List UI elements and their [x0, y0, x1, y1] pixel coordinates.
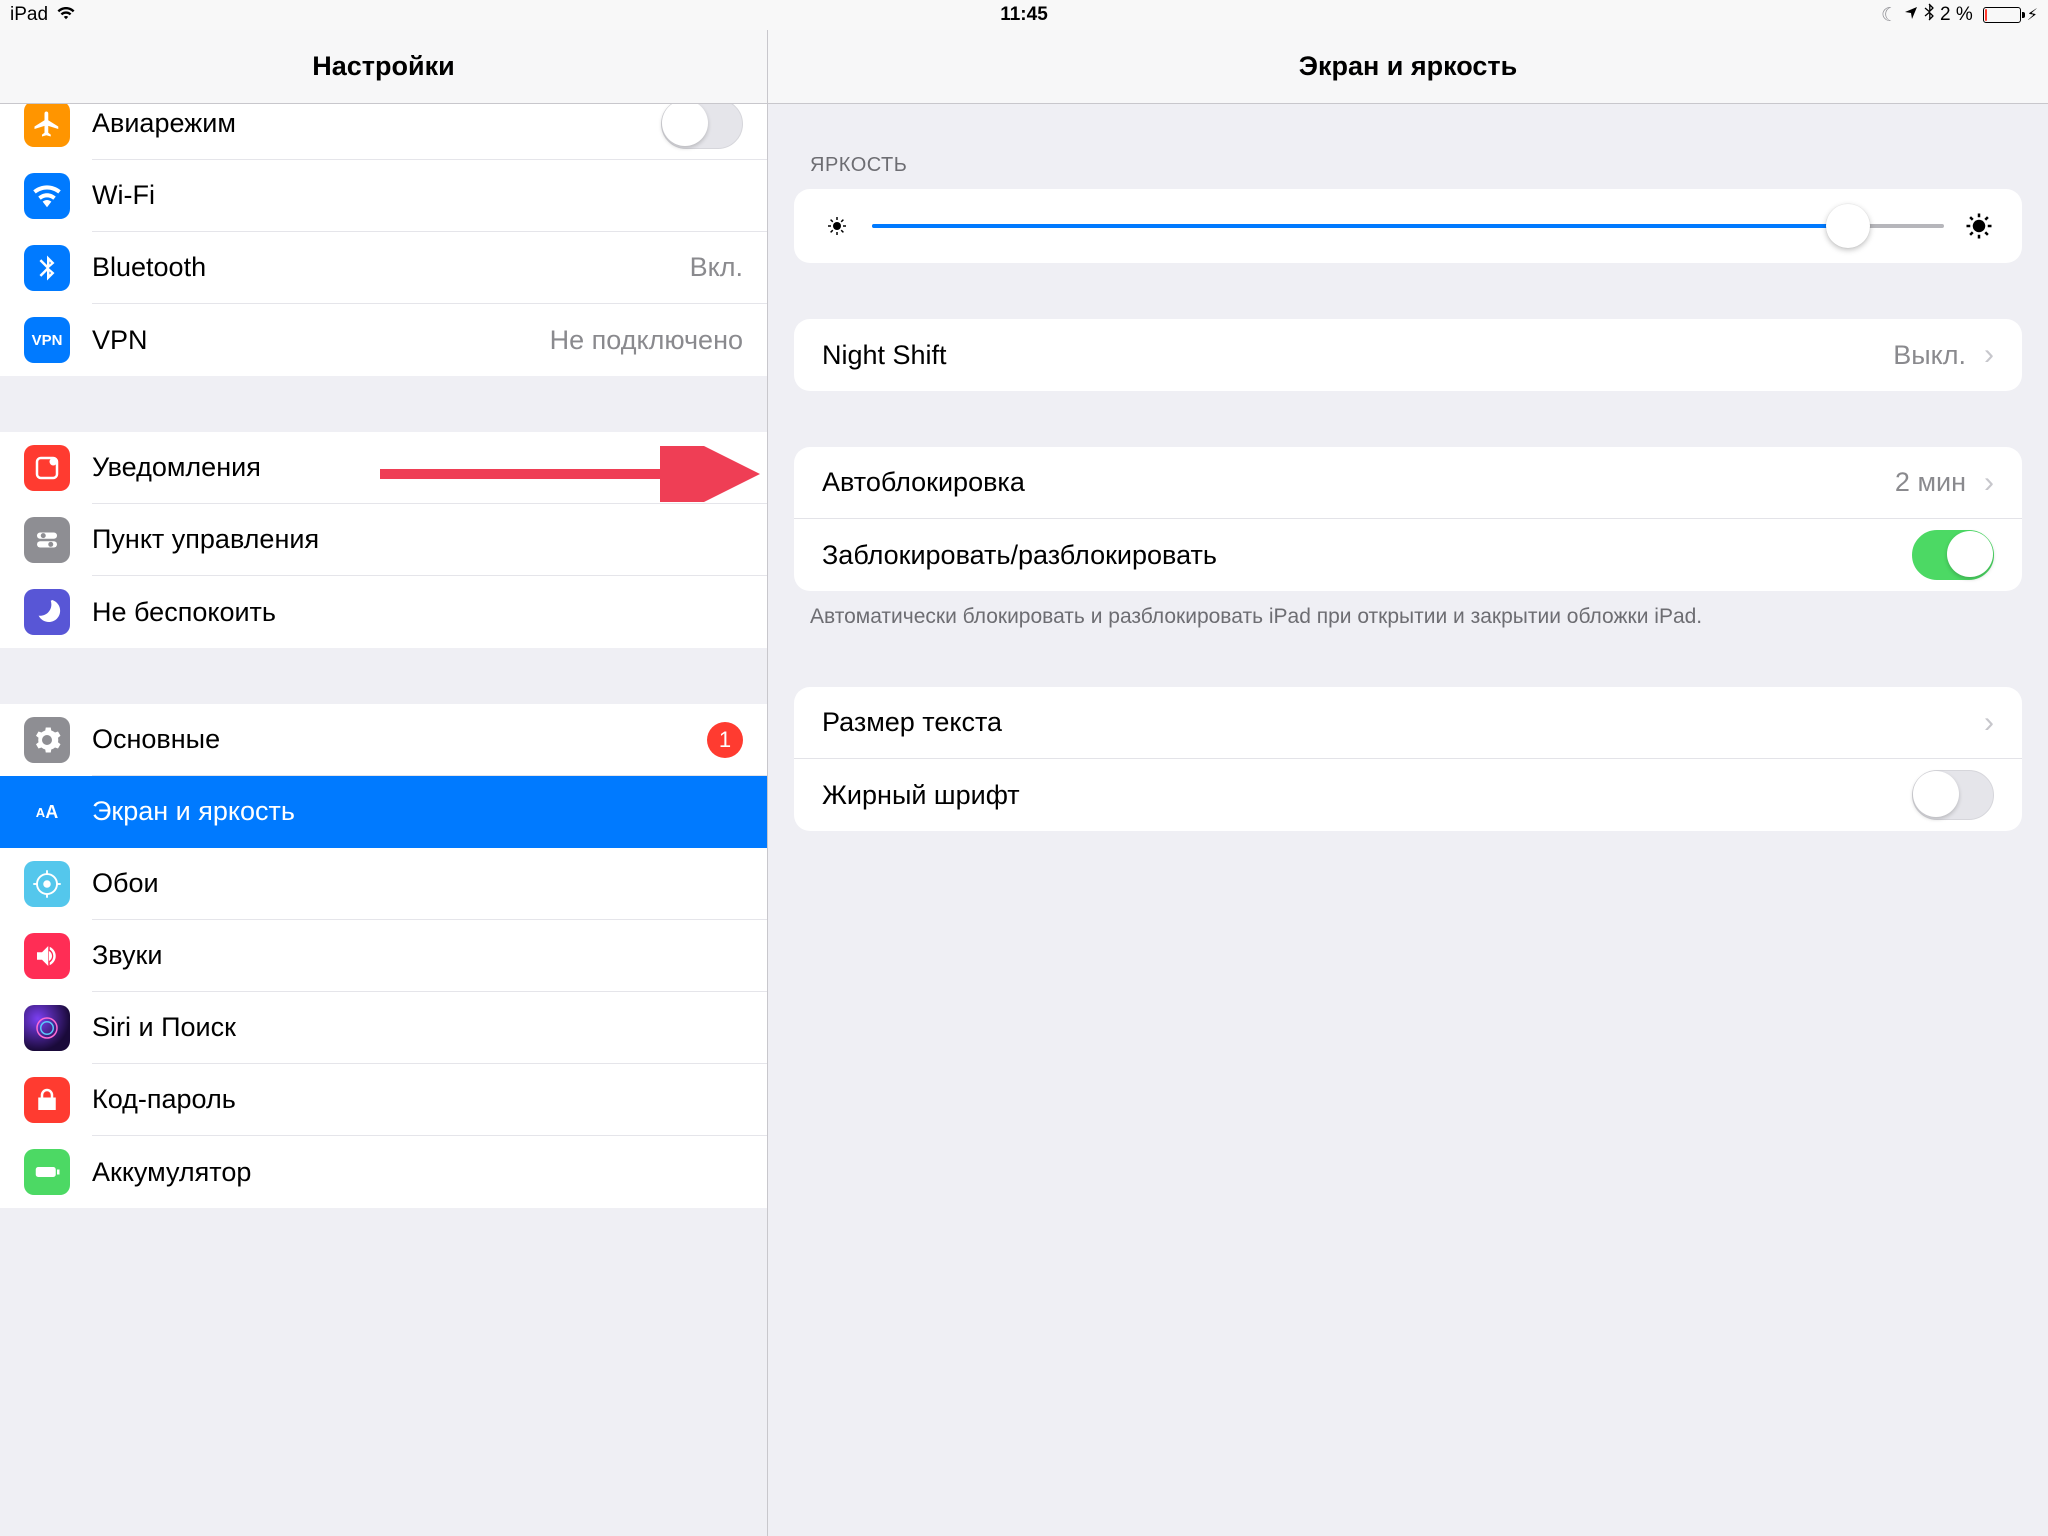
charge-icon: ⚡︎	[2027, 5, 2038, 25]
sidebar-item-label: Звуки	[92, 940, 743, 971]
location-icon	[1904, 4, 1918, 26]
sidebar-group-general: Основные 1 AA Экран и яркость	[0, 704, 767, 1208]
sidebar-group-notifications: Уведомления Пункт управления	[0, 432, 767, 648]
display-icon: AA	[24, 789, 70, 835]
sidebar-item-general[interactable]: Основные 1	[0, 704, 767, 776]
lockunlock-row: Заблокировать/разблокировать	[794, 519, 2022, 591]
device-label: iPad	[10, 4, 48, 26]
clock: 11:45	[1000, 4, 1048, 26]
sounds-icon	[24, 933, 70, 979]
sidebar-item-battery[interactable]: Аккумулятор	[0, 1136, 767, 1208]
nightshift-row[interactable]: Night Shift Выкл. ›	[794, 319, 2022, 391]
sidebar-item-label: Авиарежим	[92, 108, 661, 139]
autolock-row[interactable]: Автоблокировка 2 мин ›	[794, 447, 2022, 519]
sidebar-item-value: Вкл.	[690, 252, 743, 283]
sidebar-item-sounds[interactable]: Звуки	[0, 920, 767, 992]
vpn-icon: VPN	[24, 317, 70, 363]
nightshift-label: Night Shift	[822, 340, 1893, 371]
brightness-slider[interactable]	[872, 224, 1944, 228]
chevron-right-icon: ›	[1984, 706, 1994, 740]
autolock-panel: Автоблокировка 2 мин › Заблокировать/раз…	[794, 447, 2022, 591]
sidebar-item-label: Экран и яркость	[92, 796, 743, 827]
dnd-icon	[24, 589, 70, 635]
brightness-high-icon	[1964, 211, 1994, 241]
bluetooth-settings-icon	[24, 245, 70, 291]
sidebar-item-passcode[interactable]: Код-пароль	[0, 1064, 767, 1136]
lockunlock-label: Заблокировать/разблокировать	[822, 540, 1912, 571]
textsize-label: Размер текста	[822, 707, 1976, 738]
settings-sidebar: Настройки Авиарежим	[0, 30, 768, 1536]
sidebar-item-label: Основные	[92, 724, 707, 755]
nightshift-value: Выкл.	[1893, 340, 1966, 371]
sidebar-item-badge: 1	[707, 722, 743, 758]
sidebar-item-label: VPN	[92, 325, 550, 356]
sidebar-item-label: Wi-Fi	[92, 180, 743, 211]
brightness-panel	[794, 189, 2022, 263]
airplane-toggle[interactable]	[661, 104, 743, 149]
autolock-label: Автоблокировка	[822, 467, 1895, 498]
detail-pane: Экран и яркость ЯРКОСТЬ	[768, 30, 2048, 1536]
battery-settings-icon	[24, 1149, 70, 1195]
text-panel: Размер текста › Жирный шрифт	[794, 687, 2022, 831]
chevron-right-icon: ›	[1984, 338, 1994, 372]
sidebar-item-bluetooth[interactable]: Bluetooth Вкл.	[0, 232, 767, 304]
siri-icon	[24, 1005, 70, 1051]
textsize-row[interactable]: Размер текста ›	[794, 687, 2022, 759]
detail-title: Экран и яркость	[768, 30, 2048, 104]
sidebar-item-dnd[interactable]: Не беспокоить	[0, 576, 767, 648]
sidebar-item-vpn[interactable]: VPN VPN Не подключено	[0, 304, 767, 376]
sidebar-item-display[interactable]: AA Экран и яркость	[0, 776, 767, 848]
sidebar-item-label: Обои	[92, 868, 743, 899]
sidebar-item-airplane[interactable]: Авиарежим	[0, 104, 767, 160]
sidebar-group-connectivity: Авиарежим Wi-Fi	[0, 104, 767, 376]
bluetooth-icon	[1924, 3, 1934, 27]
wifi-settings-icon	[24, 173, 70, 219]
wallpaper-icon	[24, 861, 70, 907]
sidebar-item-label: Не беспокоить	[92, 597, 743, 628]
boldtext-row: Жирный шрифт	[794, 759, 2022, 831]
status-bar: iPad 11:45 ☾ 2 % ⚡︎	[0, 0, 2048, 30]
sidebar-item-label: Аккумулятор	[92, 1157, 743, 1188]
sidebar-item-label: Пункт управления	[92, 524, 743, 555]
sidebar-title: Настройки	[0, 30, 767, 104]
autolock-value: 2 мин	[1895, 467, 1966, 498]
sidebar-item-wifi[interactable]: Wi-Fi	[0, 160, 767, 232]
gear-icon	[24, 717, 70, 763]
lock-icon	[24, 1077, 70, 1123]
sidebar-item-value: Не подключено	[550, 325, 743, 356]
brightness-low-icon	[822, 211, 852, 241]
battery-percent: 2 %	[1940, 4, 1973, 26]
boldtext-label: Жирный шрифт	[822, 780, 1912, 811]
brightness-section-label: ЯРКОСТЬ	[768, 104, 2048, 189]
moon-icon: ☾	[1881, 4, 1898, 27]
sidebar-item-wallpaper[interactable]: Обои	[0, 848, 767, 920]
sidebar-item-label: Код-пароль	[92, 1084, 743, 1115]
notifications-icon	[24, 445, 70, 491]
airplane-icon	[24, 104, 70, 147]
boldtext-toggle[interactable]	[1912, 770, 1994, 820]
battery-icon	[1983, 7, 2021, 23]
annotation-arrow	[380, 446, 767, 502]
sidebar-item-siri[interactable]: Siri и Поиск	[0, 992, 767, 1064]
controlcenter-icon	[24, 517, 70, 563]
sidebar-item-label: Bluetooth	[92, 252, 690, 283]
nightshift-panel: Night Shift Выкл. ›	[794, 319, 2022, 391]
wifi-icon	[56, 4, 76, 26]
sidebar-item-controlcenter[interactable]: Пункт управления	[0, 504, 767, 576]
lockunlock-footer: Автоматически блокировать и разблокирова…	[768, 591, 2048, 631]
chevron-right-icon: ›	[1984, 466, 1994, 500]
sidebar-item-label: Siri и Поиск	[92, 1012, 743, 1043]
lockunlock-toggle[interactable]	[1912, 530, 1994, 580]
